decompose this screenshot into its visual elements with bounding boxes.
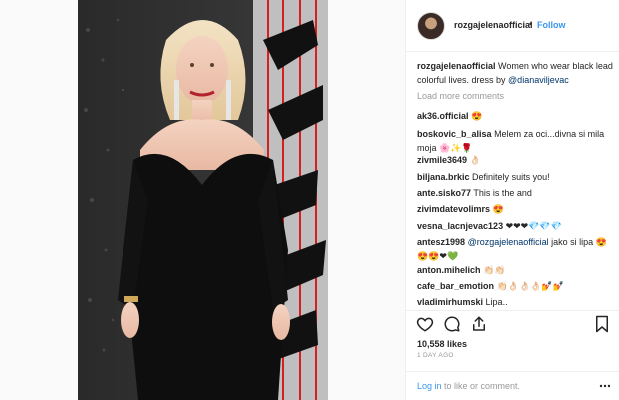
- post-date[interactable]: 1 DAY AGO: [417, 352, 454, 359]
- comment-row: vesna_lacnjevac123 ❤❤❤💎💎💎: [417, 219, 617, 233]
- comment-text: Lipa..: [485, 297, 508, 307]
- comment-row: ante.sisko77 This is the and: [417, 186, 617, 200]
- login-prompt: Log in to like or comment.: [417, 381, 520, 391]
- comment-row: cafe_bar_emotion 👏🏻👌🏻👌🏻👌🏻💅💅: [417, 279, 617, 293]
- comment-text: 👏🏻👌🏻👌🏻👌🏻💅💅: [496, 281, 564, 291]
- comment-text: 😍: [492, 204, 504, 214]
- heart-icon[interactable]: [416, 315, 434, 333]
- comment-username[interactable]: vladimirhumski: [417, 297, 483, 307]
- post-photo-image: [78, 0, 328, 400]
- comment-username[interactable]: zivmile3649: [417, 155, 467, 165]
- comment-row: zivimdatevolimrs 😍: [417, 202, 617, 216]
- comment-row: biljana.brkic Definitely suits you!: [417, 170, 617, 184]
- comment-row: zivmile3649 👌🏻: [417, 153, 617, 167]
- likes-count[interactable]: 10,558 likes: [417, 339, 467, 349]
- comment-username[interactable]: ante.sisko77: [417, 188, 471, 198]
- login-prompt-text: to like or comment.: [441, 381, 521, 391]
- post-side-panel: rozgajelenaofficial • Follow rozgajelena…: [405, 0, 619, 400]
- comment-text: 😍: [471, 111, 483, 121]
- comment-row: anton.mihelich 👏🏻👏🏻: [417, 263, 617, 277]
- comment-row: boskovic_b_alisa Melem za oci...divna si…: [417, 127, 617, 155]
- comment-text: Definitely suits you!: [472, 172, 550, 182]
- comment-username[interactable]: antesz1998: [417, 237, 465, 247]
- load-more-comments-button[interactable]: Load more comments: [417, 91, 504, 101]
- action-bar: [406, 310, 619, 336]
- comment-username[interactable]: vesna_lacnjevac123: [417, 221, 503, 231]
- comment-row: ak36.official 😍: [417, 109, 617, 123]
- caption: rozgajelenaofficial Women who wear black…: [417, 59, 613, 87]
- comment-text: ❤❤❤💎💎💎: [505, 221, 562, 231]
- comment-username[interactable]: boskovic_b_alisa: [417, 129, 492, 139]
- comment-mention[interactable]: @rozgajelenaofficial: [468, 237, 549, 247]
- comment-icon[interactable]: [443, 315, 461, 333]
- share-icon[interactable]: [470, 315, 488, 333]
- header-separator: •: [529, 19, 533, 29]
- comment-footer: Log in to like or comment.: [406, 371, 619, 400]
- comment-username[interactable]: biljana.brkic: [417, 172, 470, 182]
- login-link[interactable]: Log in: [417, 381, 442, 391]
- post-header: rozgajelenaofficial • Follow: [406, 0, 619, 52]
- comment-username[interactable]: anton.mihelich: [417, 265, 481, 275]
- caption-mention[interactable]: @dianaviljevac: [508, 75, 569, 85]
- comment-username[interactable]: cafe_bar_emotion: [417, 281, 494, 291]
- bookmark-icon[interactable]: [594, 315, 610, 333]
- follow-button[interactable]: Follow: [537, 20, 566, 30]
- comments-list[interactable]: rozgajelenaofficial Women who wear black…: [406, 53, 619, 310]
- header-username[interactable]: rozgajelenaofficial: [454, 20, 533, 30]
- comment-text: 👏🏻👏🏻: [483, 265, 506, 275]
- avatar[interactable]: [417, 12, 445, 40]
- comment-username[interactable]: zivimdatevolimrs: [417, 204, 490, 214]
- caption-username[interactable]: rozgajelenaofficial: [417, 61, 496, 71]
- comment-row: antesz1998 @rozgajelenaofficial jako si …: [417, 235, 617, 263]
- more-options-icon[interactable]: [599, 380, 611, 392]
- comment-text: 👌🏻: [469, 155, 481, 165]
- comment-row: vladimirhumski Lipa..: [417, 295, 617, 309]
- post-photo[interactable]: [78, 0, 328, 400]
- comment-username[interactable]: ak36.official: [417, 111, 469, 121]
- comment-text: This is the and: [473, 188, 532, 198]
